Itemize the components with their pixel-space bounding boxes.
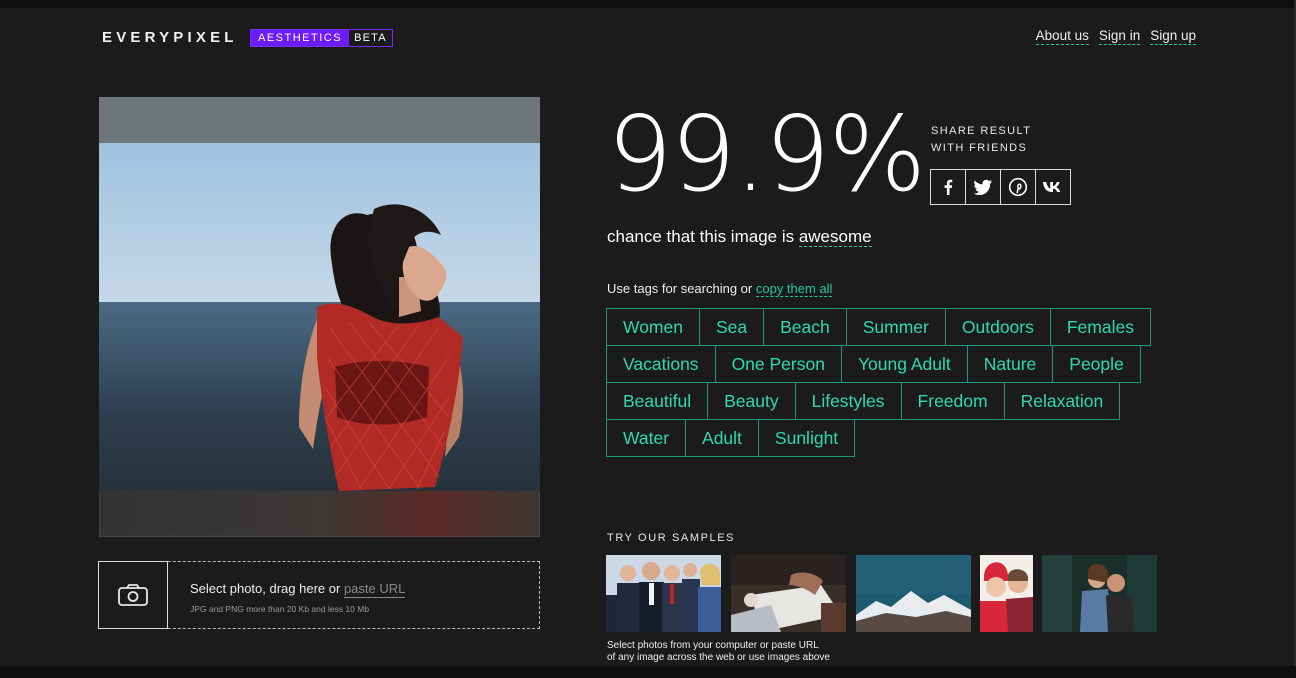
tags-intro-text: Use tags for searching or: [607, 281, 756, 296]
vk-icon: [1043, 182, 1061, 192]
share-label-line2: WITH FRIENDS: [931, 142, 1028, 154]
camera-icon: [118, 584, 148, 606]
tag-nature[interactable]: Nature: [966, 345, 1054, 383]
tag-sunlight[interactable]: Sunlight: [757, 419, 856, 457]
sample-mountains[interactable]: [856, 555, 971, 632]
samples-hint: Select photos from your computer or past…: [607, 640, 830, 664]
share-facebook-button[interactable]: [930, 169, 966, 205]
badge-beta: BETA: [354, 32, 387, 44]
sample-laptop-desk[interactable]: [731, 555, 846, 632]
tag-one-person[interactable]: One Person: [714, 345, 842, 383]
tag-row: Water Adult Sunlight: [606, 419, 1176, 457]
tag-freedom[interactable]: Freedom: [900, 382, 1005, 420]
score-caption: chance that this image is awesome: [607, 227, 872, 247]
share-vk-button[interactable]: [1035, 169, 1071, 205]
paste-url-link[interactable]: paste URL: [343, 581, 406, 598]
tag-outdoors[interactable]: Outdoors: [944, 308, 1051, 346]
share-buttons: [930, 169, 1071, 205]
tag-vacations[interactable]: Vacations: [606, 345, 716, 383]
samples-label: TRY OUR SAMPLES: [607, 532, 736, 544]
sample-forest-image: [1042, 555, 1157, 632]
tag-grid: Women Sea Beach Summer Outdoors Females …: [606, 308, 1176, 457]
aesthetics-badge: AESTHETICS BETA: [250, 29, 393, 47]
tags-intro: Use tags for searching or copy them all: [607, 281, 833, 297]
upload-dropzone[interactable]: Select photo, drag here or paste URL JPG…: [98, 561, 540, 629]
page: EVERYPIXEL AESTHETICS BETA About us Sign…: [0, 0, 1296, 678]
camera-button[interactable]: [98, 561, 168, 629]
badge-aesthetics: AESTHETICS: [251, 30, 350, 46]
top-nav: About us Sign in Sign up: [1035, 28, 1196, 45]
tag-row: Women Sea Beach Summer Outdoors Females: [606, 308, 1176, 346]
samples-hint-line2: of any image across the web or use image…: [607, 652, 830, 663]
sample-business-image: [606, 555, 721, 632]
sample-couple-forest[interactable]: [1042, 555, 1157, 632]
sample-mountains-image: [856, 555, 971, 632]
tag-adult[interactable]: Adult: [685, 419, 759, 457]
tag-sea[interactable]: Sea: [698, 308, 765, 346]
tag-row: Vacations One Person Young Adult Nature …: [606, 345, 1176, 383]
upload-prompt: Select photo, drag here or paste URL: [190, 581, 406, 598]
sample-desk-image: [731, 555, 846, 632]
tag-people[interactable]: People: [1052, 345, 1141, 383]
copy-all-tags-link[interactable]: copy them all: [755, 281, 833, 297]
facebook-icon: [944, 179, 953, 195]
share-pinterest-button[interactable]: [1000, 169, 1036, 205]
nav-sign-in[interactable]: Sign in: [1098, 28, 1141, 45]
woman-figure: [299, 204, 464, 491]
tag-women[interactable]: Women: [606, 308, 700, 346]
score-caption-word[interactable]: awesome: [798, 227, 872, 247]
sample-business-team[interactable]: [606, 555, 721, 632]
tag-beach[interactable]: Beach: [763, 308, 847, 346]
tag-females[interactable]: Females: [1049, 308, 1151, 346]
sample-winter-image: [980, 555, 1033, 632]
aesthetics-score: 99.9%: [607, 95, 926, 215]
twitter-icon: [973, 179, 992, 196]
upload-hint: JPG and PNG more than 20 Kb and less 10 …: [190, 604, 370, 614]
score-caption-prefix: chance that this image is: [607, 227, 799, 246]
tag-beautiful[interactable]: Beautiful: [606, 382, 709, 420]
analyzed-photo: [99, 97, 540, 537]
nav-sign-up[interactable]: Sign up: [1150, 28, 1196, 45]
top-bar: [0, 0, 1296, 8]
tag-lifestyles[interactable]: Lifestyles: [794, 382, 902, 420]
tag-water[interactable]: Water: [606, 419, 687, 457]
tag-young-adult[interactable]: Young Adult: [840, 345, 968, 383]
share-label-line1: SHARE RESULT: [931, 125, 1032, 137]
logo[interactable]: EVERYPIXEL: [102, 29, 238, 46]
bottom-bar: [0, 666, 1296, 678]
nav-about-us[interactable]: About us: [1035, 28, 1089, 45]
samples-hint-line1: Select photos from your computer or past…: [607, 640, 819, 651]
tag-row: Beautiful Beauty Lifestyles Freedom Rela…: [606, 382, 1176, 420]
upload-prompt-text: Select photo, drag here or: [190, 581, 344, 596]
tag-summer[interactable]: Summer: [845, 308, 946, 346]
pinterest-icon: [1008, 177, 1028, 197]
tag-relaxation[interactable]: Relaxation: [1003, 382, 1121, 420]
share-twitter-button[interactable]: [965, 169, 1001, 205]
tag-beauty[interactable]: Beauty: [707, 382, 796, 420]
share-label: SHARE RESULT WITH FRIENDS: [931, 123, 1031, 157]
sample-couple-winter[interactable]: [980, 555, 1033, 632]
